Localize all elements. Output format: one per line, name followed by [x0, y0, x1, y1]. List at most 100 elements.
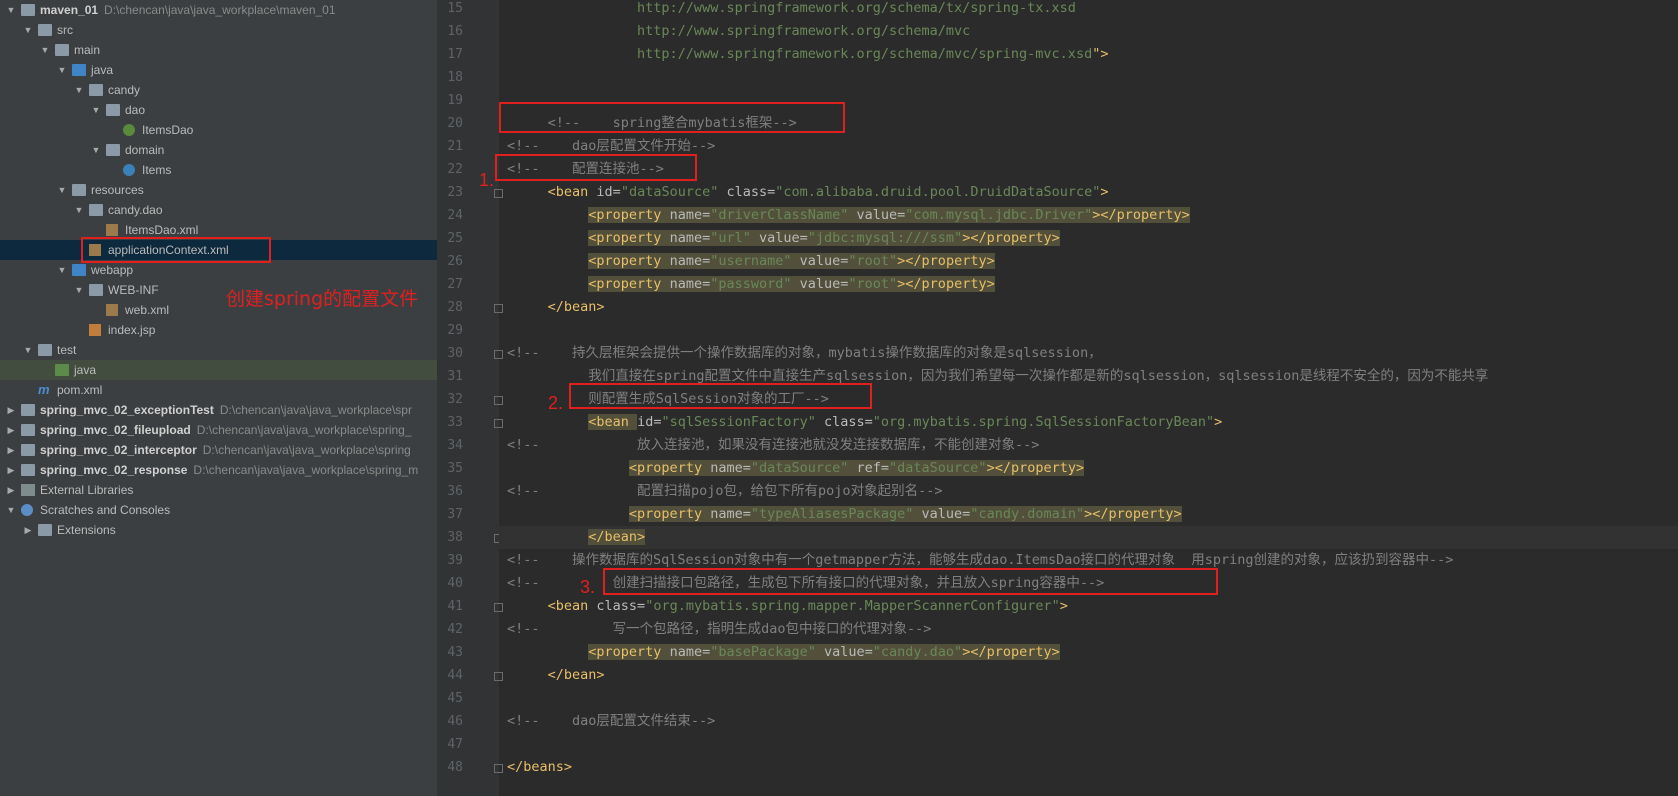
marker-2: 2. — [548, 393, 564, 413]
code-token: "> — [1092, 46, 1109, 62]
code-token: <property — [628, 506, 711, 522]
code-token: <property — [588, 644, 670, 660]
folder-icon — [38, 24, 52, 36]
tree-item[interactable]: ▼ main — [0, 40, 437, 60]
code-line: <property name="password" value="root"><… — [507, 273, 995, 296]
fold-marker-icon[interactable] — [494, 419, 503, 428]
code-token: id= — [596, 184, 621, 200]
code-line: http://www.springframework.org/schema/mv… — [507, 20, 970, 43]
chevron-down-icon[interactable]: ▼ — [57, 180, 67, 200]
line-number: 33 — [447, 415, 463, 430]
tree-item[interactable]: m pom.xml — [0, 380, 437, 400]
tree-item[interactable]: ▼ resources — [0, 180, 437, 200]
code-line: <property name="typeAliasesPackage" valu… — [507, 503, 1182, 526]
fold-marker-icon[interactable] — [494, 396, 503, 405]
fold-marker-icon[interactable] — [494, 189, 503, 198]
fold-marker-icon[interactable] — [494, 764, 503, 773]
chevron-right-icon[interactable]: ▶ — [6, 480, 16, 500]
line-number: 32 — [447, 392, 463, 407]
tree-item[interactable]: ▼ Scratches and Consoles — [0, 500, 437, 520]
code-token: "jdbc:mysql:///ssm" — [807, 230, 963, 246]
tree-item[interactable]: Items — [0, 160, 437, 180]
code-token: name= — [669, 276, 711, 292]
tree-item[interactable]: ▼ java — [0, 60, 437, 80]
chevron-down-icon[interactable]: ▼ — [23, 340, 33, 360]
code-token: "username" — [710, 253, 800, 269]
tree-item[interactable]: ▶ spring_mvc_02_exceptionTest D:\chencan\j… — [0, 400, 437, 420]
line-number: 19 — [447, 93, 463, 108]
folder-icon — [38, 344, 52, 356]
tree-item[interactable]: ▼ webapp — [0, 260, 437, 280]
tree-item-label: spring_mvc_02_interceptor D:\chencan\java… — [40, 443, 411, 457]
code-token: <property — [628, 460, 711, 476]
code-token: ></property> — [1084, 506, 1182, 522]
chevron-down-icon[interactable]: ▼ — [57, 60, 67, 80]
chevron-right-icon[interactable]: ▶ — [6, 440, 16, 460]
code-token: name= — [669, 230, 711, 246]
interface-icon — [123, 124, 135, 136]
chevron-down-icon[interactable]: ▼ — [74, 80, 84, 100]
tree-item[interactable]: ▶ Extensions — [0, 520, 437, 540]
tree-item[interactable]: ▶ spring_mvc_02_interceptor D:\chencan\jav… — [0, 440, 437, 460]
tree-item[interactable]: ▼ dao — [0, 100, 437, 120]
tree-item[interactable]: ▼ candy.dao — [0, 200, 437, 220]
tree-item[interactable]: ▼ candy — [0, 80, 437, 100]
code-line: <!-- 放入连接池，如果没有连接池就没发连接数据库，不能创建对象--> — [507, 434, 1039, 457]
code-token: "org.mybatis.spring.SqlSessionFactoryBea… — [872, 414, 1215, 430]
code-token: ></property> — [986, 460, 1085, 476]
code-line: <bean id="dataSource" class="com.alibaba… — [507, 181, 1109, 204]
line-number: 31 — [447, 369, 463, 384]
tree-item[interactable]: ▶ spring_mvc_02_fileupload D:\chencan\java… — [0, 420, 437, 440]
chevron-down-icon[interactable]: ▼ — [91, 100, 101, 120]
code-token: <!-- 放入连接池，如果没有连接池就没发连接数据库，不能创建对象--> — [507, 437, 1040, 453]
chevron-down-icon[interactable]: ▼ — [6, 0, 16, 20]
tree-item[interactable]: ▶ External Libraries — [0, 480, 437, 500]
chevron-down-icon[interactable]: ▼ — [6, 500, 16, 520]
tree-item-label: WEB-INF — [108, 283, 159, 297]
line-number: 34 — [447, 438, 463, 453]
scratches-icon — [21, 504, 33, 516]
code-token: "org.mybatis.spring.mapper.MapperScanner… — [645, 598, 1060, 614]
chevron-right-icon[interactable]: ▶ — [23, 520, 33, 540]
chevron-down-icon[interactable]: ▼ — [23, 20, 33, 40]
code-token: ref= — [856, 460, 890, 476]
code-token: <!-- 操作数据库的SqlSession对象中有一个getmapper方法，能… — [507, 552, 1454, 568]
fold-marker-icon[interactable] — [494, 350, 503, 359]
tree-item[interactable]: java — [0, 360, 437, 380]
tree-item[interactable]: ItemsDao — [0, 120, 437, 140]
source-folder-icon — [72, 64, 86, 76]
chevron-down-icon[interactable]: ▼ — [40, 40, 50, 60]
fold-marker-icon[interactable] — [494, 672, 503, 681]
chevron-down-icon[interactable]: ▼ — [74, 200, 84, 220]
chevron-right-icon[interactable]: ▶ — [6, 460, 16, 480]
tree-item-label: candy — [108, 83, 141, 97]
xml-file-icon — [106, 224, 118, 236]
tree-item[interactable]: ▼ maven_01 D:\chencan\java\java_workplace\… — [0, 0, 437, 20]
chevron-right-icon[interactable]: ▶ — [6, 400, 16, 420]
line-number: 37 — [447, 507, 463, 522]
chevron-right-icon[interactable]: ▶ — [6, 420, 16, 440]
chevron-down-icon[interactable]: ▼ — [91, 140, 101, 160]
code-line: <property name="basePackage" value="cand… — [507, 641, 1060, 664]
code-line: <bean id="sqlSessionFactory" class="org.… — [507, 411, 1222, 434]
line-number: 28 — [447, 300, 463, 315]
code-token: http://www.springframework.org/schema/mv… — [507, 46, 1093, 62]
fold-marker-icon[interactable] — [494, 304, 503, 313]
code-token: class= — [726, 184, 776, 200]
code-token: class= — [596, 598, 646, 614]
tree-item[interactable]: ▼ domain — [0, 140, 437, 160]
tree-item[interactable]: index.jsp — [0, 320, 437, 340]
fold-marker-icon[interactable] — [494, 603, 503, 612]
tree-item[interactable]: ▶ spring_mvc_02_response D:\chencan\java\j… — [0, 460, 437, 480]
line-number: 27 — [447, 277, 463, 292]
code-token: "root" — [848, 276, 898, 292]
chevron-down-icon[interactable]: ▼ — [74, 280, 84, 300]
chevron-down-icon[interactable]: ▼ — [57, 260, 67, 280]
tree-item[interactable]: ▼ src — [0, 20, 437, 40]
tree-item[interactable]: ▼ test — [0, 340, 437, 360]
